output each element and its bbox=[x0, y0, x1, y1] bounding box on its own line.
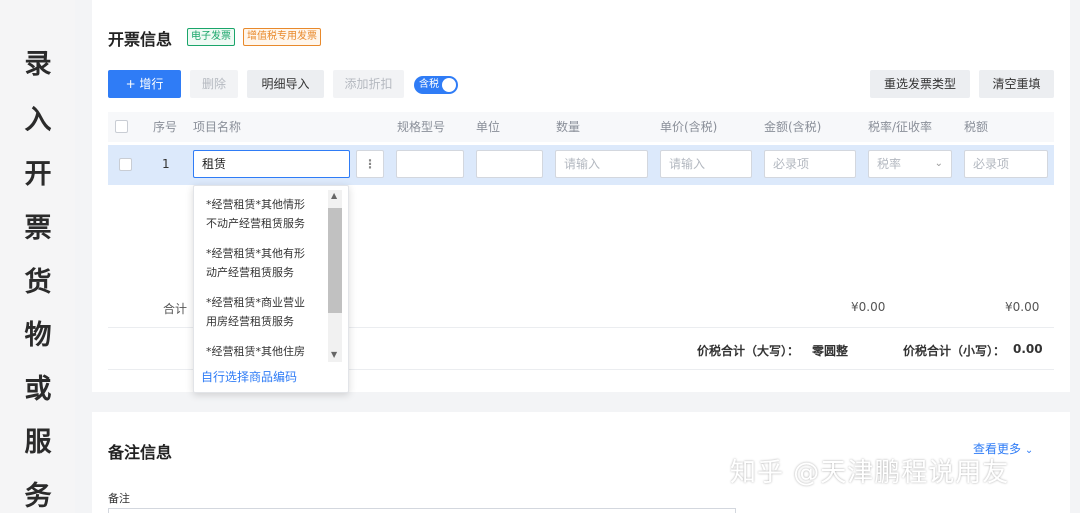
column-header: 单位 bbox=[476, 120, 501, 134]
total-upper-label: 价税合计（大写）： bbox=[697, 344, 800, 358]
caption-char: 入 bbox=[24, 105, 52, 136]
suggestion-line: *经营租赁*其他住房 bbox=[206, 345, 305, 358]
add-row-button[interactable]: + 增行 bbox=[108, 70, 181, 98]
row-checkbox[interactable] bbox=[119, 158, 132, 171]
column-header: 数量 bbox=[556, 120, 581, 134]
suggestion-line: 动产经营租赁服务 bbox=[206, 266, 294, 279]
scrollbar-thumb[interactable] bbox=[328, 208, 342, 313]
suggestion-line: 用房经营租赁服务 bbox=[206, 315, 294, 328]
remarks-input[interactable] bbox=[108, 508, 736, 513]
total-upper-value: 零圆整 bbox=[812, 344, 849, 358]
suggestion-line: *经营租赁*其他情形 bbox=[206, 198, 305, 211]
add-discount-button[interactable]: 添加折扣 bbox=[333, 70, 404, 98]
tax-included-toggle[interactable]: 含税 bbox=[414, 76, 458, 94]
caption-char: 或 bbox=[24, 374, 52, 405]
amount-input[interactable]: 必录项 bbox=[764, 150, 856, 178]
detail-import-button[interactable]: 明细导入 bbox=[247, 70, 324, 98]
tax-included-label: 含税 bbox=[419, 79, 439, 90]
watermark: 知乎 @天津鹏程说用友 bbox=[730, 458, 1010, 488]
total-lower-value: 0.00 bbox=[1013, 342, 1043, 356]
tax-rate-select[interactable]: 税率 ⌄ bbox=[868, 150, 952, 178]
caption-char: 开 bbox=[24, 159, 52, 190]
clear-refill-button[interactable]: 清空重填 bbox=[979, 70, 1054, 98]
remarks-field-label: 备注 bbox=[108, 492, 130, 505]
suggestion-item[interactable]: *经营租赁*商业营业 用房经营租赁服务 bbox=[206, 293, 324, 331]
dropdown-scrollbar[interactable]: ▲ ▼ bbox=[328, 190, 342, 362]
suggestion-item[interactable]: *经营租赁*其他有形 动产经营租赁服务 bbox=[206, 244, 324, 282]
column-header: 序号 bbox=[153, 120, 178, 134]
custom-commodity-code-link[interactable]: 自行选择商品编码 bbox=[201, 368, 297, 385]
caption-char: 票 bbox=[24, 213, 52, 244]
reselect-invoice-type-button[interactable]: 重选发票类型 bbox=[870, 70, 970, 98]
invoice-section-title: 开票信息 bbox=[108, 30, 173, 49]
delete-button[interactable]: 删除 bbox=[190, 70, 238, 98]
chevron-down-icon: ⌄ bbox=[1024, 445, 1034, 456]
select-all-checkbox[interactable] bbox=[115, 120, 128, 133]
table-header: 序号 项目名称 规格型号 单位 数量 单价(含税) 金额(含税) 税率/征收率 … bbox=[108, 112, 1054, 142]
caption-char: 务 bbox=[24, 481, 52, 512]
column-header: 规格型号 bbox=[397, 120, 446, 134]
quantity-input[interactable]: 请输入 bbox=[555, 150, 648, 178]
amount-total: ¥0.00 bbox=[851, 300, 886, 314]
scroll-up-icon[interactable]: ▲ bbox=[331, 191, 337, 200]
tax-rate-placeholder: 税率 bbox=[877, 157, 902, 171]
total-lower-label: 价税合计（小写）： bbox=[903, 344, 1006, 358]
column-header: 单价(含税) bbox=[660, 120, 718, 134]
suggestion-line: 不动产经营租赁服务 bbox=[206, 217, 305, 230]
electronic-invoice-tag: 电子发票 bbox=[187, 28, 235, 46]
more-options-button[interactable]: ⋮ bbox=[356, 150, 384, 178]
column-header: 金额(含税) bbox=[764, 120, 822, 134]
item-name-input[interactable]: 租赁 bbox=[193, 150, 350, 178]
column-header: 税率/征收率 bbox=[868, 120, 933, 134]
suggestion-line: *经营租赁*商业营业 bbox=[206, 296, 305, 309]
column-header: 税额 bbox=[964, 120, 989, 134]
row-index: 1 bbox=[162, 157, 170, 171]
unit-price-input[interactable]: 请输入 bbox=[660, 150, 752, 178]
remarks-section-title: 备注信息 bbox=[108, 443, 173, 462]
chevron-down-icon: ⌄ bbox=[934, 158, 943, 169]
column-header: 项目名称 bbox=[193, 120, 242, 134]
tax-amount-input[interactable]: 必录项 bbox=[964, 150, 1048, 178]
unit-input[interactable] bbox=[476, 150, 543, 178]
tax-total: ¥0.00 bbox=[1005, 300, 1040, 314]
suggestion-item[interactable]: *经营租赁*其他情形 不动产经营租赁服务 bbox=[206, 195, 324, 233]
caption-char: 物 bbox=[24, 320, 52, 351]
toggle-knob bbox=[442, 78, 456, 92]
caption-char: 服 bbox=[24, 427, 52, 458]
item-suggestion-dropdown: *经营租赁*其他情形 不动产经营租赁服务 *经营租赁*其他有形 动产经营租赁服务… bbox=[193, 185, 349, 393]
side-caption: 录 入 开 票 货 物 或 服 务 bbox=[0, 0, 75, 513]
scroll-down-icon[interactable]: ▼ bbox=[331, 350, 337, 359]
spec-model-input[interactable] bbox=[396, 150, 464, 178]
caption-char: 录 bbox=[24, 49, 52, 80]
vertical-dots-icon: ⋮ bbox=[364, 157, 376, 171]
table-row: 1 租赁 ⋮ 请输入 请输入 必录项 税率 ⌄ 必录项 bbox=[108, 145, 1054, 185]
vat-special-invoice-tag: 增值税专用发票 bbox=[243, 28, 321, 46]
total-label: 合计 bbox=[163, 302, 188, 316]
suggestion-line: *经营租赁*其他有形 bbox=[206, 247, 305, 260]
suggestion-item[interactable]: *经营租赁*其他住房 bbox=[206, 342, 324, 361]
caption-char: 货 bbox=[24, 267, 52, 298]
